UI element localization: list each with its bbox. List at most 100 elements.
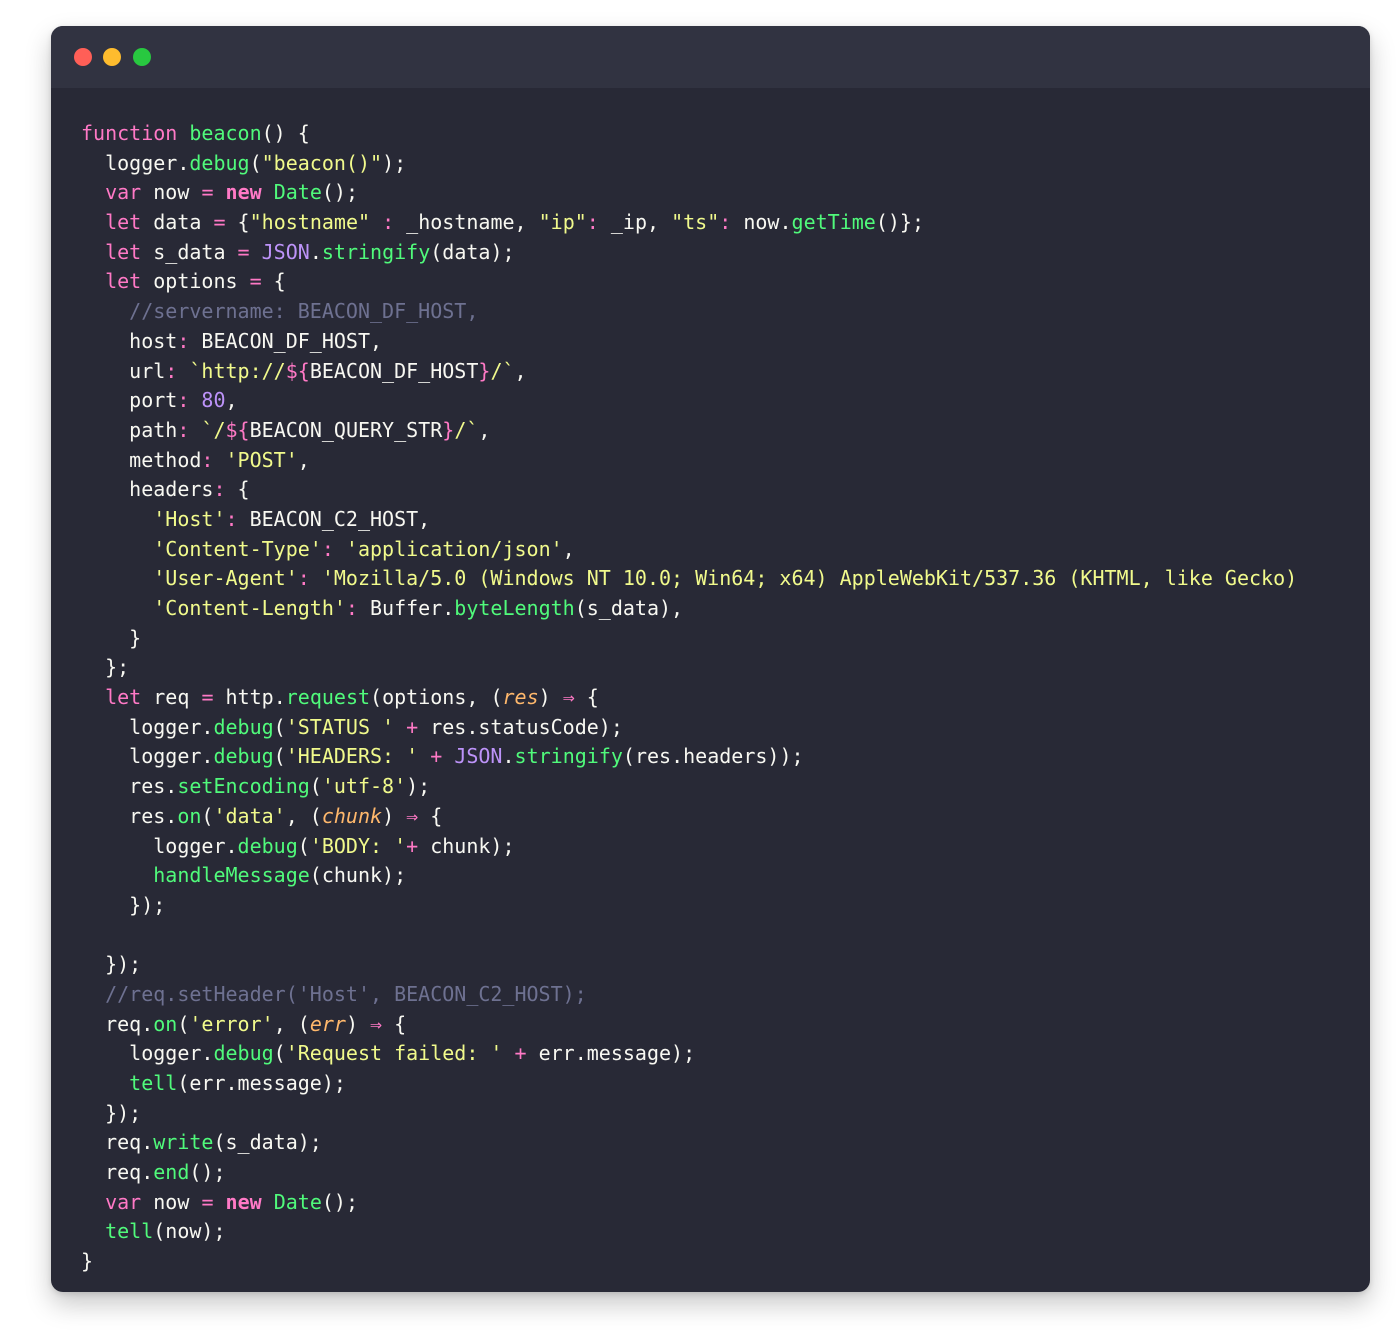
code-token-keyword: :: [201, 447, 214, 472]
code-token-keyword: :: [165, 358, 178, 383]
code-token-function: on: [153, 1011, 178, 1036]
code-token-param: res: [502, 685, 539, 710]
code-token-function: debug: [213, 714, 274, 739]
code-token-text: }: [81, 1249, 94, 1274]
code-token-param: chunk: [321, 803, 383, 828]
code-token-text: (chunk);: [309, 863, 407, 888]
code-token-text: .: [502, 744, 515, 769]
code-token-keyword: +: [406, 833, 419, 858]
code-token-keyword: =: [201, 180, 214, 205]
code-token-text: s_data: [141, 239, 238, 264]
code-token-string: 'Content-Type': [153, 536, 322, 561]
code-token-text: ): [345, 1011, 371, 1036]
code-token-param: err: [309, 1011, 346, 1036]
code-token-string: /`: [490, 358, 515, 383]
code-token-keyword: ⇒: [370, 1011, 383, 1036]
code-line: method: 'POST',: [81, 446, 1370, 476]
code-token-text: , (: [273, 1011, 310, 1036]
code-token-string: "ip": [538, 210, 587, 235]
code-token-comment: //servername: BEACON_DF_HOST,: [81, 299, 479, 324]
code-line: tell(err.message);: [81, 1069, 1370, 1099]
code-token-string: /`: [454, 417, 479, 442]
code-token-text: now.: [731, 210, 792, 235]
code-token-keyword-bold: new: [225, 1189, 262, 1214]
code-token-text: logger.: [81, 744, 214, 769]
code-line: res.on('data', (chunk) ⇒ {: [81, 802, 1370, 832]
code-token-function: debug: [237, 833, 298, 858]
code-token-text: req.: [81, 1011, 154, 1036]
code-token-builtin: JSON: [454, 744, 503, 769]
code-token-text: (: [297, 833, 310, 858]
code-token-text: err.message);: [526, 1041, 696, 1066]
close-window-button[interactable]: [74, 48, 92, 66]
code-token-keyword: +: [514, 1041, 527, 1066]
code-token-keyword: ⇒: [562, 685, 575, 710]
code-token-string: 'Request failed: ': [285, 1041, 503, 1066]
code-token-text: headers: [81, 477, 214, 502]
code-token-text: {: [574, 685, 599, 710]
code-line: });: [81, 1099, 1370, 1129]
code-line: }: [81, 1247, 1370, 1277]
code-token-text: chunk);: [418, 833, 515, 858]
code-token-string: 'STATUS ': [285, 714, 395, 739]
code-line: req.end();: [81, 1158, 1370, 1188]
code-token-keyword: :: [382, 210, 395, 235]
code-token-keyword: let: [105, 210, 142, 235]
code-token-text: logger.: [81, 714, 214, 739]
code-token-keyword: ${: [285, 358, 310, 383]
code-token-function: byteLength: [454, 596, 575, 620]
code-line: };: [81, 653, 1370, 683]
code-token-text: });: [81, 1100, 142, 1125]
code-token-keyword: var: [105, 1189, 142, 1214]
code-token-string: `http://: [189, 358, 286, 383]
code-token-string: 'HEADERS: ': [285, 744, 419, 769]
code-line: logger.debug('BODY: '+ chunk);: [81, 832, 1370, 862]
code-token-text: _hostname,: [394, 210, 539, 235]
code-token-string: 'Content-Length': [153, 596, 346, 620]
code-token-text: (: [309, 774, 322, 799]
code-token-text: (s_data),: [574, 596, 684, 620]
code-line: res.setEncoding('utf-8');: [81, 772, 1370, 802]
minimize-window-button[interactable]: [103, 48, 121, 66]
code-line: });: [81, 950, 1370, 980]
code-token-keyword: =: [249, 269, 262, 294]
code-token-keyword: :: [177, 417, 190, 442]
code-token-keyword: +: [430, 744, 443, 769]
code-token-text: (s_data);: [213, 1130, 322, 1155]
code-block[interactable]: function beacon() { logger.debug("beacon…: [81, 119, 1370, 1277]
code-line: host: BEACON_DF_HOST,: [81, 327, 1370, 357]
code-token-text: (: [273, 714, 286, 739]
code-token-keyword: :: [297, 566, 310, 591]
code-line: logger.debug('Request failed: ' + err.me…: [81, 1039, 1370, 1069]
code-token-text: ,: [297, 447, 310, 472]
code-token-keyword: =: [201, 685, 214, 710]
code-token-text: ,: [225, 388, 238, 413]
code-line: req.on('error', (err) ⇒ {: [81, 1010, 1370, 1040]
code-token-text: method: [81, 447, 202, 472]
code-token-text: );: [406, 774, 431, 799]
zoom-window-button[interactable]: [133, 48, 151, 66]
code-line: handleMessage(chunk);: [81, 861, 1370, 891]
code-token-function: getTime: [791, 210, 876, 235]
code-token-text: ,: [514, 358, 527, 383]
code-token-text: });: [81, 952, 142, 977]
code-token-number: 80: [201, 388, 226, 413]
code-token-function: debug: [189, 150, 250, 175]
code-token-text: port: [81, 388, 178, 413]
code-line: let options = {: [81, 267, 1370, 297]
code-token-text: {: [418, 803, 443, 828]
code-token-text: () {: [261, 121, 310, 145]
code-token-keyword: :: [345, 596, 358, 620]
code-token-function: Date: [273, 1189, 322, 1214]
code-token-keyword: let: [105, 239, 142, 264]
code-token-text: req.: [81, 1130, 154, 1155]
code-token-function: on: [177, 803, 202, 828]
code-token-text: req: [141, 685, 202, 710]
code-token-function: Date: [273, 180, 322, 205]
code-token-text: ();: [321, 1189, 358, 1214]
